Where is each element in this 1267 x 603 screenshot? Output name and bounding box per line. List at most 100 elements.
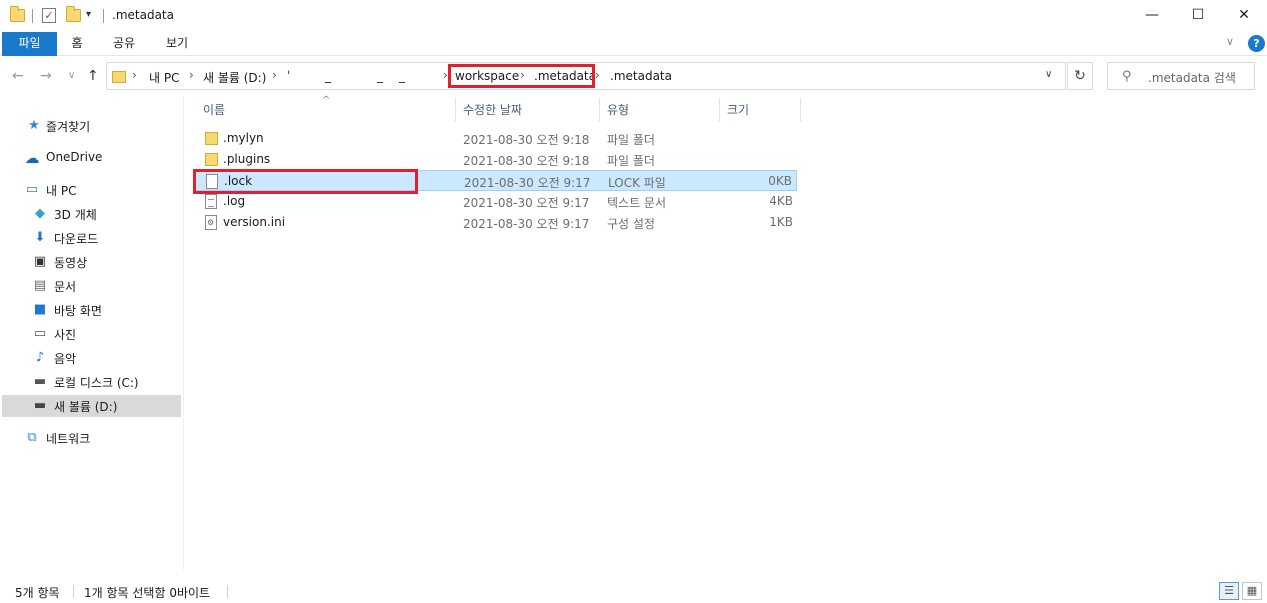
desktop-icon: ■	[33, 302, 47, 317]
pictures-icon: ▭	[33, 326, 47, 341]
tab-file[interactable]: 파일	[2, 32, 57, 56]
sidebar-item-documents[interactable]: ▤ 문서	[2, 275, 181, 297]
file-type: 구성 설정	[607, 217, 655, 231]
window-title: .metadata	[112, 8, 174, 22]
recent-locations-icon[interactable]: ∨	[68, 70, 75, 81]
column-header-size[interactable]: 크기	[721, 98, 801, 122]
file-row-mylyn[interactable]: .mylyn 2021-08-30 오전 9:18 파일 폴더	[195, 128, 797, 149]
details-view-icon[interactable]: ☰	[1219, 582, 1239, 600]
breadcrumb-redacted-2[interactable]: _	[325, 69, 331, 83]
drive-icon: ▬	[33, 398, 47, 413]
tab-home[interactable]: 홈	[62, 32, 92, 56]
breadcrumb-redacted-1[interactable]: ˈ	[287, 69, 290, 83]
chevron-right-icon: ›	[132, 68, 137, 82]
sidebar-item-videos[interactable]: ▣ 동영상	[2, 251, 181, 273]
sidebar-item-label: 바탕 화면	[54, 304, 102, 318]
up-arrow-icon[interactable]: ↑	[87, 68, 99, 84]
sidebar-item-3d-objects[interactable]: ◆ 3D 개체	[2, 203, 181, 225]
file-name: .mylyn	[223, 131, 264, 145]
column-header-date[interactable]: 수정한 날짜	[457, 98, 600, 122]
search-input[interactable]: ⚲ .metadata 검색	[1107, 62, 1255, 90]
sidebar-item-local-disk-c[interactable]: ▬ 로컬 디스크 (C:)	[2, 371, 181, 393]
close-button[interactable]: ✕	[1221, 0, 1267, 30]
maximize-button[interactable]: ☐	[1175, 0, 1221, 30]
sidebar-item-quick-access[interactable]: ★ 즐겨찾기	[2, 115, 181, 137]
file-type: 파일 폴더	[607, 133, 655, 147]
status-bar: 5개 항목 1개 항목 선택함 0바이트 ☰ ▦	[0, 578, 1267, 603]
sidebar-item-volume-d[interactable]: ▬ 새 볼륨 (D:)	[2, 395, 181, 417]
properties-icon[interactable]: ✓	[42, 8, 56, 23]
breadcrumb-metadata-current[interactable]: .metadata	[610, 69, 672, 83]
refresh-button[interactable]: ↻	[1067, 62, 1093, 90]
navigation-pane: ★ 즐겨찾기 ☁ OneDrive ▭ 내 PC ◆ 3D 개체 ⬇ 다운로드 …	[0, 96, 184, 570]
file-row-plugins[interactable]: .plugins 2021-08-30 오전 9:18 파일 폴더	[195, 149, 797, 170]
file-size: 1KB	[769, 215, 793, 229]
chevron-right-icon: ›	[189, 68, 194, 82]
breadcrumb-volume-d[interactable]: 새 볼륨 (D:)	[203, 69, 266, 86]
quick-access-separator	[32, 9, 33, 23]
address-highlight-box	[448, 64, 595, 88]
breadcrumb-this-pc[interactable]: 내 PC	[149, 69, 179, 86]
address-folder-icon	[112, 71, 126, 83]
sidebar-item-music[interactable]: ♪ 음악	[2, 347, 181, 369]
sidebar-item-label: 음악	[54, 352, 77, 366]
navigation-bar: ← → ∨ ↑ › 내 PC › 새 볼륨 (D:) › ˈ _ _ _ › w…	[0, 56, 1267, 96]
sidebar-item-label: 동영상	[54, 256, 88, 270]
file-date: 2021-08-30 오전 9:17	[463, 196, 590, 210]
file-type: 텍스트 문서	[607, 196, 667, 210]
expand-ribbon-icon[interactable]: ∨	[1226, 35, 1234, 48]
column-header-type[interactable]: 유형	[601, 98, 720, 122]
file-row-version-ini[interactable]: version.ini 2021-08-30 오전 9:17 구성 설정 1KB	[195, 212, 797, 233]
title-bar: ✓ ▾ .metadata — ☐ ✕	[0, 0, 1267, 32]
search-icon: ⚲	[1122, 69, 1132, 84]
file-date: 2021-08-30 오전 9:18	[463, 133, 590, 147]
sidebar-item-pictures[interactable]: ▭ 사진	[2, 323, 181, 345]
file-row-log[interactable]: .log 2021-08-30 오전 9:17 텍스트 문서 4KB	[195, 191, 797, 212]
file-size: 4KB	[769, 194, 793, 208]
network-icon: ⧉	[27, 430, 37, 445]
file-size: 0KB	[768, 174, 792, 188]
large-icons-view-icon[interactable]: ▦	[1242, 582, 1262, 600]
column-header-name[interactable]: 이름	[197, 98, 456, 122]
search-placeholder: .metadata 검색	[1148, 71, 1236, 85]
sidebar-item-this-pc[interactable]: ▭ 내 PC	[2, 179, 181, 201]
selection-info: 1개 항목 선택함 0바이트	[84, 586, 211, 600]
sidebar-item-label: 내 PC	[46, 184, 77, 198]
help-icon[interactable]: ?	[1248, 35, 1265, 52]
breadcrumb-redacted-4[interactable]: _	[399, 69, 405, 83]
forward-arrow-icon[interactable]: →	[40, 68, 52, 84]
file-list: ^ 이름 수정한 날짜 유형 크기 .mylyn 2021-08-30 오전 9…	[185, 95, 1267, 570]
text-file-icon	[205, 194, 217, 209]
customize-quick-access-icon[interactable]: ▾	[86, 9, 91, 20]
file-type: LOCK 파일	[608, 176, 666, 190]
download-icon: ⬇	[34, 230, 46, 245]
sidebar-item-onedrive[interactable]: ☁ OneDrive	[2, 147, 181, 169]
item-count: 5개 항목	[15, 586, 60, 600]
sidebar-item-label: 다운로드	[54, 232, 99, 246]
tab-share[interactable]: 공유	[104, 32, 144, 56]
file-date: 2021-08-30 오전 9:17	[464, 176, 591, 190]
sidebar-item-label: OneDrive	[46, 150, 103, 164]
sidebar-item-label: 즐겨찾기	[46, 120, 91, 134]
minimize-button[interactable]: —	[1129, 0, 1175, 30]
status-separator	[227, 585, 228, 598]
folder-icon	[205, 153, 218, 166]
sidebar-item-desktop[interactable]: ■ 바탕 화면	[2, 299, 181, 321]
new-folder-icon[interactable]	[66, 6, 81, 22]
star-icon: ★	[28, 118, 40, 133]
sidebar-item-label: 새 볼륨 (D:)	[54, 400, 118, 414]
tab-view[interactable]: 보기	[157, 32, 197, 56]
selected-file-highlight-box	[193, 169, 418, 194]
breadcrumb-redacted-3[interactable]: _	[377, 69, 383, 83]
back-arrow-icon[interactable]: ←	[12, 68, 24, 84]
sidebar-item-network[interactable]: ⧉ 네트워크	[2, 427, 181, 449]
file-date: 2021-08-30 오전 9:17	[463, 217, 590, 231]
chevron-down-icon[interactable]: ∨	[1045, 69, 1052, 80]
file-name: version.ini	[223, 215, 286, 229]
file-date: 2021-08-30 오전 9:18	[463, 154, 590, 168]
sidebar-item-label: 사진	[54, 328, 77, 342]
sidebar-item-downloads[interactable]: ⬇ 다운로드	[2, 227, 181, 249]
ribbon-tabs: 파일 홈 공유 보기 ∨ ?	[0, 32, 1267, 56]
sidebar-item-label: 3D 개체	[54, 208, 97, 222]
folder-icon	[205, 132, 218, 145]
